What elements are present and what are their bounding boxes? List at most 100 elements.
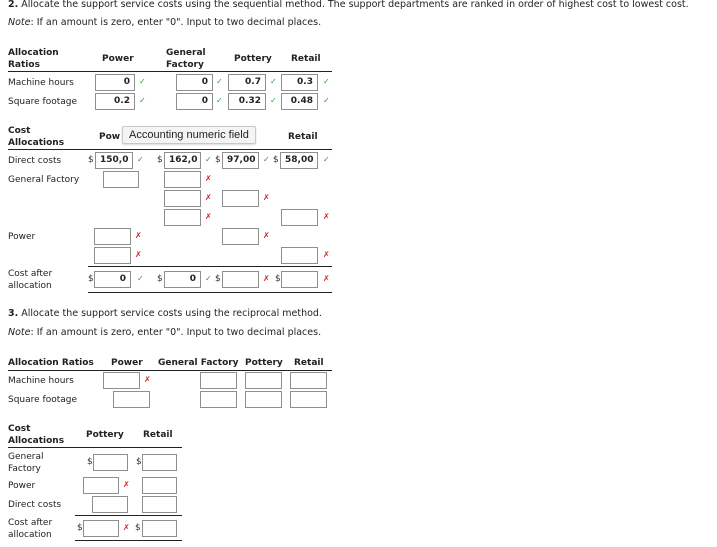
q2-after-l2: allocation bbox=[8, 281, 52, 291]
check-icon: ✓ bbox=[216, 77, 223, 86]
q2-gf-power-input[interactable] bbox=[103, 171, 139, 188]
q2-ratios-header-l2: Ratios bbox=[8, 60, 40, 70]
x-icon: ✗ bbox=[123, 523, 130, 532]
q3-gf-pottery-input[interactable] bbox=[93, 454, 128, 471]
q3-after-pottery-input[interactable] bbox=[83, 520, 119, 537]
q2-costs-col-retail: Retail bbox=[288, 132, 318, 142]
check-icon: ✓ bbox=[137, 155, 144, 164]
q3-gf-label: General Factory bbox=[8, 451, 43, 475]
q2-gf-retail-input[interactable] bbox=[281, 209, 318, 226]
x-icon: ✗ bbox=[135, 231, 142, 240]
q2-power-pottery-input[interactable] bbox=[222, 228, 259, 245]
q2-direct-retail-input[interactable]: 58,00 bbox=[280, 152, 318, 169]
q3-costs-col-retail: Retail bbox=[143, 430, 173, 440]
check-icon: ✓ bbox=[216, 96, 223, 105]
q2-col-retail: Retail bbox=[291, 54, 321, 64]
q2-col-pottery: Pottery bbox=[234, 54, 272, 64]
q2-sf-pottery-input[interactable]: 0.32 bbox=[228, 93, 266, 110]
q2-costs-col-power: Pow bbox=[99, 132, 121, 142]
check-icon: ✓ bbox=[323, 77, 330, 86]
q3-costs-rule bbox=[8, 447, 182, 448]
q3-costs-col-pottery: Pottery bbox=[86, 430, 124, 440]
q2-mh-power-input[interactable]: 0 bbox=[95, 74, 135, 91]
q3-sf-retail-input[interactable] bbox=[290, 391, 327, 408]
dollar-sign: $ bbox=[273, 155, 279, 165]
q2-ratios-header-l1: Allocation bbox=[8, 48, 59, 58]
q3-costs-header-l2: Allocations bbox=[8, 436, 65, 446]
q3-power-retail-input[interactable] bbox=[142, 477, 177, 494]
q2-col-general-factory: General Factory bbox=[166, 47, 206, 71]
q3-sf-power-input[interactable] bbox=[113, 391, 150, 408]
q2-direct-pottery-input[interactable]: 97,00 bbox=[222, 152, 259, 169]
q2-direct-power-input[interactable]: 150,0 bbox=[95, 152, 133, 169]
q3-direct-pottery-input[interactable] bbox=[92, 496, 128, 513]
dollar-sign: $ bbox=[88, 274, 94, 284]
q2-col-gf-l1: General bbox=[166, 48, 206, 58]
q2-power-retail-input[interactable] bbox=[281, 247, 318, 264]
q2-power-power-input-2[interactable] bbox=[94, 247, 131, 264]
check-icon: ✓ bbox=[139, 96, 146, 105]
check-icon: ✓ bbox=[270, 77, 277, 86]
q3-row-machine-hours-label: Machine hours bbox=[8, 376, 74, 386]
check-icon: ✓ bbox=[137, 274, 144, 283]
q2-mh-pottery-input[interactable]: 0.7 bbox=[228, 74, 266, 91]
q2-sf-retail-input[interactable]: 0.48 bbox=[281, 93, 318, 110]
q2-text: Allocate the support service costs using… bbox=[18, 0, 689, 10]
q2-number: 2. bbox=[8, 0, 19, 10]
dollar-sign: $ bbox=[275, 274, 281, 284]
dollar-sign: $ bbox=[77, 523, 83, 533]
q2-mh-retail-input[interactable]: 0.3 bbox=[281, 74, 318, 91]
q3-mh-power-input[interactable] bbox=[103, 372, 140, 389]
q2-after-gf-input[interactable]: 0 bbox=[164, 271, 201, 288]
q3-note-text: : If an amount is zero, enter "0". Input… bbox=[30, 327, 322, 338]
q3-gf-retail-input[interactable] bbox=[142, 454, 177, 471]
q3-after-l2: allocation bbox=[8, 530, 52, 540]
q3-gf-l1: General bbox=[8, 452, 44, 462]
q2-after-rule-bottom bbox=[88, 292, 332, 293]
x-icon: ✗ bbox=[263, 231, 270, 240]
q2-after-power-input[interactable]: 0 bbox=[94, 271, 131, 288]
dollar-sign: $ bbox=[136, 457, 142, 467]
q2-gf-gf-input-3[interactable] bbox=[164, 209, 201, 226]
q2-costs-header: Cost Allocations bbox=[8, 125, 64, 149]
q3-ratios-header: Allocation Ratios bbox=[8, 358, 94, 368]
q3-col-power: Power bbox=[111, 358, 143, 368]
q2-after-retail-input[interactable] bbox=[281, 271, 318, 288]
q3-prompt: 3. Allocate the support service costs us… bbox=[8, 308, 322, 319]
q2-power-power-input[interactable] bbox=[94, 228, 131, 245]
q2-direct-gf-input[interactable]: 162,0 bbox=[164, 152, 201, 169]
q3-mh-retail-input[interactable] bbox=[290, 372, 327, 389]
q3-direct-retail-input[interactable] bbox=[142, 496, 177, 513]
q2-gf-gf-input-2[interactable] bbox=[164, 190, 201, 207]
q2-after-pottery-input[interactable] bbox=[222, 271, 259, 288]
q2-sf-power-input[interactable]: 0.2 bbox=[95, 93, 135, 110]
x-icon: ✗ bbox=[323, 274, 330, 283]
q2-costs-header-l2: Allocations bbox=[8, 138, 65, 148]
q3-after-rule-top bbox=[75, 515, 182, 516]
x-icon: ✗ bbox=[205, 174, 212, 183]
q3-after-retail-input[interactable] bbox=[142, 520, 177, 537]
q2-note-text: : If an amount is zero, enter "0". Input… bbox=[30, 17, 322, 28]
q3-power-pottery-input[interactable] bbox=[83, 477, 119, 494]
q2-ratios-rule bbox=[8, 71, 332, 72]
check-icon: ✓ bbox=[263, 155, 270, 164]
q3-costs-header-l1: Cost bbox=[8, 424, 31, 434]
q2-gf-pottery-input[interactable] bbox=[222, 190, 259, 207]
q2-mh-gf-input[interactable]: 0 bbox=[176, 74, 213, 91]
q3-after-label: Cost after allocation bbox=[8, 517, 52, 541]
x-icon: ✗ bbox=[144, 375, 151, 384]
q3-mh-gf-input[interactable] bbox=[200, 372, 237, 389]
check-icon: ✓ bbox=[139, 77, 146, 86]
q3-sf-gf-input[interactable] bbox=[200, 391, 237, 408]
q2-costs-rule bbox=[8, 149, 332, 150]
dollar-sign: $ bbox=[215, 155, 221, 165]
x-icon: ✗ bbox=[205, 193, 212, 202]
q2-gf-gf-input[interactable] bbox=[164, 171, 201, 188]
q3-sf-pottery-input[interactable] bbox=[245, 391, 282, 408]
dollar-sign: $ bbox=[157, 274, 163, 284]
q3-text: Allocate the support service costs using… bbox=[18, 308, 322, 319]
q2-col-gf-l2: Factory bbox=[166, 60, 204, 70]
q3-mh-pottery-input[interactable] bbox=[245, 372, 282, 389]
q2-prompt: 2. Allocate the support service costs us… bbox=[8, 0, 689, 10]
q2-sf-gf-input[interactable]: 0 bbox=[176, 93, 213, 110]
